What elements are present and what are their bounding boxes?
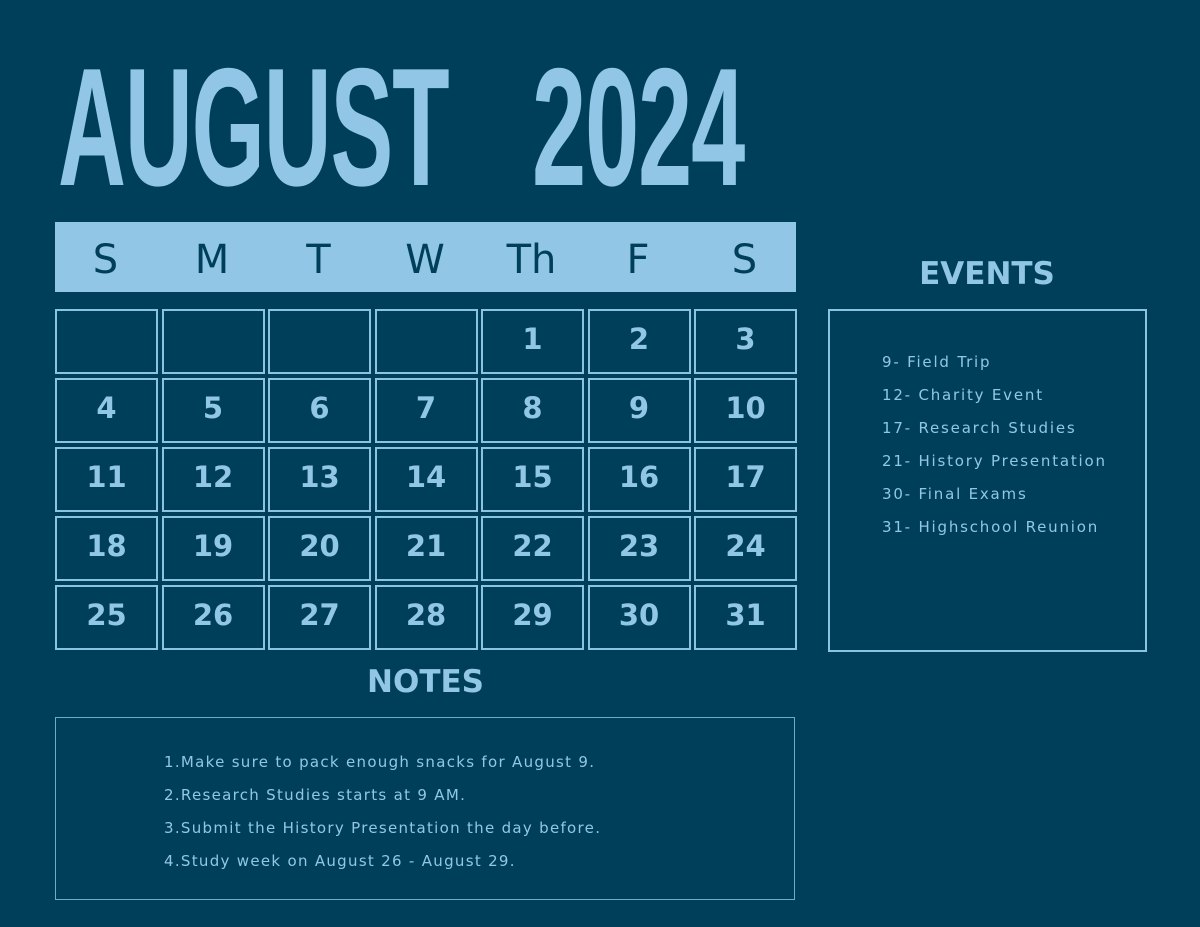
day-cell[interactable]: 6: [268, 378, 371, 443]
day-number: 25: [86, 598, 127, 632]
day-number: 31: [725, 598, 766, 632]
day-cell[interactable]: 11: [55, 447, 158, 512]
day-number: 26: [192, 598, 234, 632]
day-number: 22: [512, 529, 553, 563]
day-cell[interactable]: 16: [587, 447, 691, 512]
notes-list: 1.Make sure to pack enough snacks for Au…: [164, 746, 601, 878]
events-title: EVENTS: [919, 256, 1055, 292]
day-number: 9: [628, 391, 650, 425]
day-number: 1: [522, 322, 543, 356]
note-item: 3.Submit the History Presentation the da…: [164, 819, 602, 837]
event-item: 30- Final Exams: [882, 485, 1028, 503]
day-number: 6: [309, 391, 330, 425]
day-number: 23: [618, 529, 660, 563]
day-cell[interactable]: 31: [694, 585, 797, 650]
event-item: 21- History Presentation: [882, 452, 1107, 470]
day-cell[interactable]: 7: [374, 378, 478, 443]
day-cell[interactable]: 4: [55, 378, 158, 443]
day-number: 15: [512, 460, 553, 494]
note-item: 4.Study week on August 26 - August 29.: [164, 852, 516, 870]
day-number: 29: [512, 598, 553, 632]
day-cell[interactable]: 22: [481, 516, 584, 581]
day-number: 4: [96, 391, 117, 425]
weekday-label: M: [194, 237, 230, 283]
year-title: 2024: [532, 33, 745, 221]
weekday-label: S: [92, 237, 119, 283]
events-box: 9- Field Trip 12- Charity Event 17- Resear…: [828, 309, 1147, 652]
day-cell[interactable]: 20: [268, 516, 371, 581]
day-cell[interactable]: 17: [694, 447, 797, 512]
day-cell[interactable]: 12: [161, 447, 265, 512]
event-item: 12- Charity Event: [882, 386, 1044, 404]
day-number: 5: [202, 391, 224, 425]
day-cell[interactable]: 1: [481, 309, 584, 374]
day-cell[interactable]: 10: [694, 378, 797, 443]
events-list: 9- Field Trip 12- Charity Event 17- Resear…: [882, 349, 1132, 547]
day-cell[interactable]: 8: [481, 378, 584, 443]
day-cell[interactable]: 14: [374, 447, 478, 512]
day-cell[interactable]: 28: [374, 585, 478, 650]
day-number: 28: [405, 598, 447, 632]
day-number: 30: [618, 598, 660, 632]
day-cell[interactable]: 18: [55, 516, 158, 581]
day-number: 16: [618, 460, 660, 494]
day-number: 8: [522, 391, 543, 425]
empty-day-cell[interactable]: [268, 309, 371, 374]
day-number: 17: [725, 460, 766, 494]
day-cell[interactable]: 21: [374, 516, 478, 581]
day-number: 11: [86, 460, 127, 494]
day-number: 24: [725, 529, 766, 563]
day-cell[interactable]: 2: [587, 309, 691, 374]
day-number: 14: [405, 460, 447, 494]
day-number: 10: [725, 391, 766, 425]
weekday-label: T: [306, 237, 331, 283]
event-item: 31- Highschool Reunion: [882, 518, 1100, 536]
day-number: 27: [299, 598, 340, 632]
day-cell[interactable]: 13: [268, 447, 371, 512]
weekday-label: S: [731, 237, 758, 283]
weekday-header: S M T W Th F S: [55, 222, 796, 292]
empty-day-cell[interactable]: [55, 309, 158, 374]
note-item: 2.Research Studies starts at 9 AM.: [164, 786, 467, 804]
empty-day-cell[interactable]: [374, 309, 478, 374]
day-cell[interactable]: 9: [587, 378, 691, 443]
day-cell[interactable]: 5: [161, 378, 265, 443]
day-number: 19: [192, 529, 234, 563]
day-number: 18: [86, 529, 127, 563]
day-cell[interactable]: 3: [694, 309, 797, 374]
empty-day-cell[interactable]: [161, 309, 265, 374]
weekday-label: F: [626, 237, 650, 283]
day-number: 2: [628, 322, 650, 356]
day-cell[interactable]: 26: [161, 585, 265, 650]
notes-box: 1.Make sure to pack enough snacks for Au…: [55, 717, 795, 900]
day-cell[interactable]: 30: [587, 585, 691, 650]
note-item: 1.Make sure to pack enough snacks for Au…: [164, 753, 596, 771]
month-title: AUGUST: [58, 33, 450, 221]
event-item: 9- Field Trip: [882, 353, 992, 371]
day-number: 20: [299, 529, 340, 563]
day-cell[interactable]: 27: [268, 585, 371, 650]
day-cell[interactable]: 29: [481, 585, 584, 650]
day-number: 13: [299, 460, 340, 494]
day-cell[interactable]: 15: [481, 447, 584, 512]
notes-title: NOTES: [367, 664, 484, 700]
day-number: 3: [735, 322, 756, 356]
event-item: 17- Research Studies: [882, 419, 1077, 437]
day-number: 12: [192, 460, 234, 494]
day-cell[interactable]: 23: [587, 516, 691, 581]
day-number: 21: [405, 529, 447, 563]
day-number: 7: [415, 391, 437, 425]
weekday-label: Th: [506, 237, 557, 283]
day-cell[interactable]: 25: [55, 585, 158, 650]
day-cell[interactable]: 24: [694, 516, 797, 581]
day-cell[interactable]: 19: [161, 516, 265, 581]
weekday-label: W: [405, 237, 445, 283]
